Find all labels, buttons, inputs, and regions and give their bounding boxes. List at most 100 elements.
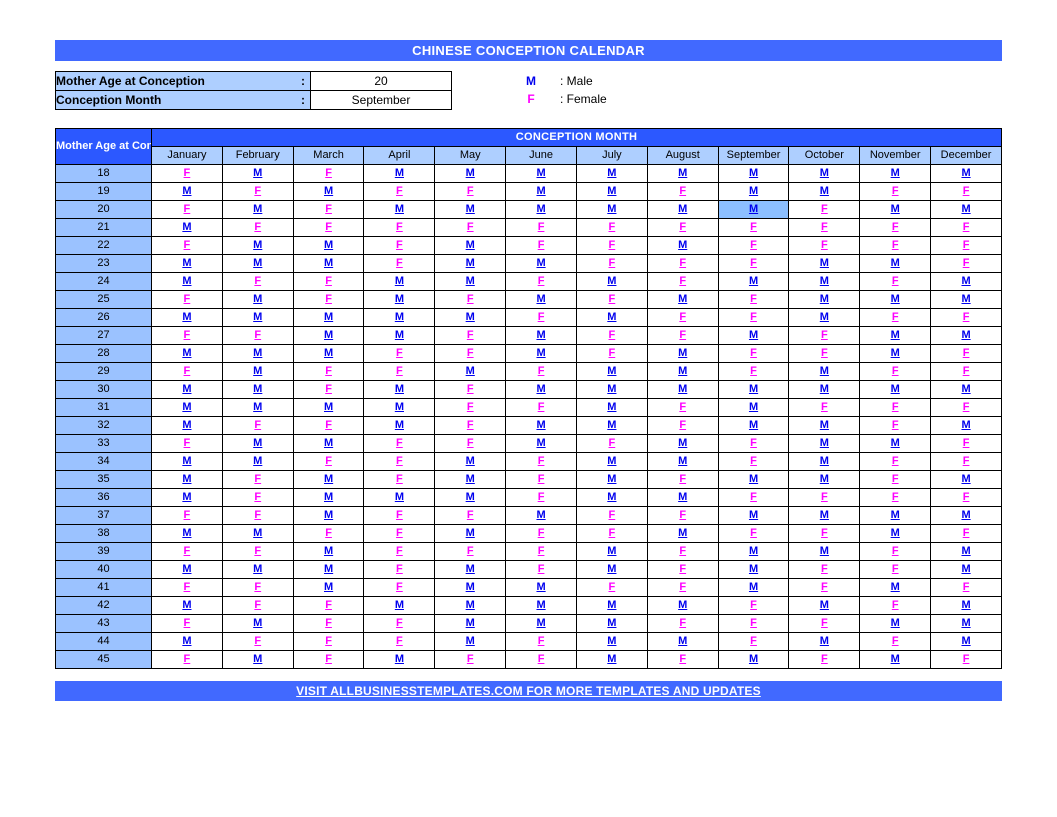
gender-cell: M [576,489,647,507]
gender-cell: M [860,615,931,633]
gender-cell: F [293,525,364,543]
gender-cell: F [222,633,293,651]
conception-month-header: CONCEPTION MONTH [152,129,1002,147]
gender-cell: F [860,363,931,381]
gender-cell: M [718,651,789,669]
gender-cell: M [293,561,364,579]
gender-cell: M [293,435,364,453]
gender-cell: F [152,363,223,381]
gender-cell: M [152,561,223,579]
gender-cell: M [860,579,931,597]
gender-cell: M [506,417,577,435]
gender-cell: M [718,579,789,597]
gender-cell: M [789,165,860,183]
table-row: 29FMFFMFMMFMFF [56,363,1002,381]
gender-cell: M [222,165,293,183]
gender-cell: F [435,345,506,363]
age-cell: 45 [56,651,152,669]
gender-cell: F [576,579,647,597]
gender-cell: M [647,237,718,255]
gender-cell: M [435,165,506,183]
colon: : [296,72,311,91]
gender-cell: F [931,183,1002,201]
legend-f-symbol: F [522,92,540,106]
gender-cell: F [860,309,931,327]
age-cell: 23 [56,255,152,273]
gender-cell: F [222,183,293,201]
gender-cell: M [152,417,223,435]
title-bar: CHINESE CONCEPTION CALENDAR [55,40,1002,61]
gender-cell: F [435,381,506,399]
gender-cell: M [576,651,647,669]
table-row: 45FMFMFFMFMFMF [56,651,1002,669]
gender-cell: F [860,471,931,489]
gender-cell: F [860,273,931,291]
gender-cell: F [789,345,860,363]
gender-cell: M [435,615,506,633]
gender-cell: F [506,561,577,579]
gender-cell: M [506,579,577,597]
gender-cell: F [293,381,364,399]
gender-cell: M [506,327,577,345]
gender-cell: F [860,453,931,471]
gender-cell: F [152,291,223,309]
gender-cell: F [222,489,293,507]
age-cell: 22 [56,237,152,255]
gender-cell: F [435,399,506,417]
gender-cell: M [647,453,718,471]
gender-cell: M [506,165,577,183]
gender-cell: F [647,561,718,579]
gender-cell: M [435,633,506,651]
gender-cell: F [364,345,435,363]
age-cell: 44 [56,633,152,651]
footer-link[interactable]: VISIT ALLBUSINESSTEMPLATES.COM FOR MORE … [55,681,1002,701]
gender-cell: F [718,237,789,255]
gender-cell: F [718,597,789,615]
gender-cell: F [293,417,364,435]
gender-cell: F [576,507,647,525]
gender-cell: F [931,399,1002,417]
gender-cell: F [789,327,860,345]
gender-cell: F [647,183,718,201]
gender-cell: F [435,327,506,345]
gender-cell: F [293,597,364,615]
gender-cell: M [506,507,577,525]
page: CHINESE CONCEPTION CALENDAR Mother Age a… [0,0,1057,731]
gender-cell: M [293,579,364,597]
gender-cell: M [222,255,293,273]
month-header: March [293,147,364,165]
gender-cell: F [222,327,293,345]
table-row: 35MFMFMFMFMMFM [56,471,1002,489]
gender-cell: F [152,651,223,669]
age-input[interactable]: 20 [311,72,452,91]
gender-cell: M [647,291,718,309]
table-row: 26MMMMMFMFFMFF [56,309,1002,327]
gender-cell: F [506,453,577,471]
gender-cell: M [718,201,789,219]
gender-cell: M [576,417,647,435]
gender-cell: M [435,471,506,489]
gender-cell: F [718,363,789,381]
gender-cell: M [435,489,506,507]
age-cell: 33 [56,435,152,453]
gender-cell: F [506,471,577,489]
gender-cell: M [931,327,1002,345]
gender-cell: M [435,363,506,381]
gender-cell: M [435,201,506,219]
table-row: 28MMMFFMFMFFMF [56,345,1002,363]
gender-cell: M [435,453,506,471]
month-header: September [718,147,789,165]
gender-cell: M [293,507,364,525]
gender-cell: F [718,633,789,651]
month-input[interactable]: September [311,91,452,110]
gender-cell: M [789,183,860,201]
gender-cell: F [718,525,789,543]
gender-cell: M [152,183,223,201]
month-header: November [860,147,931,165]
table-row: 18FMFMMMMMMMMM [56,165,1002,183]
month-header: August [647,147,718,165]
gender-cell: F [364,471,435,489]
gender-cell: F [647,327,718,345]
gender-cell: M [293,399,364,417]
gender-cell: F [364,363,435,381]
